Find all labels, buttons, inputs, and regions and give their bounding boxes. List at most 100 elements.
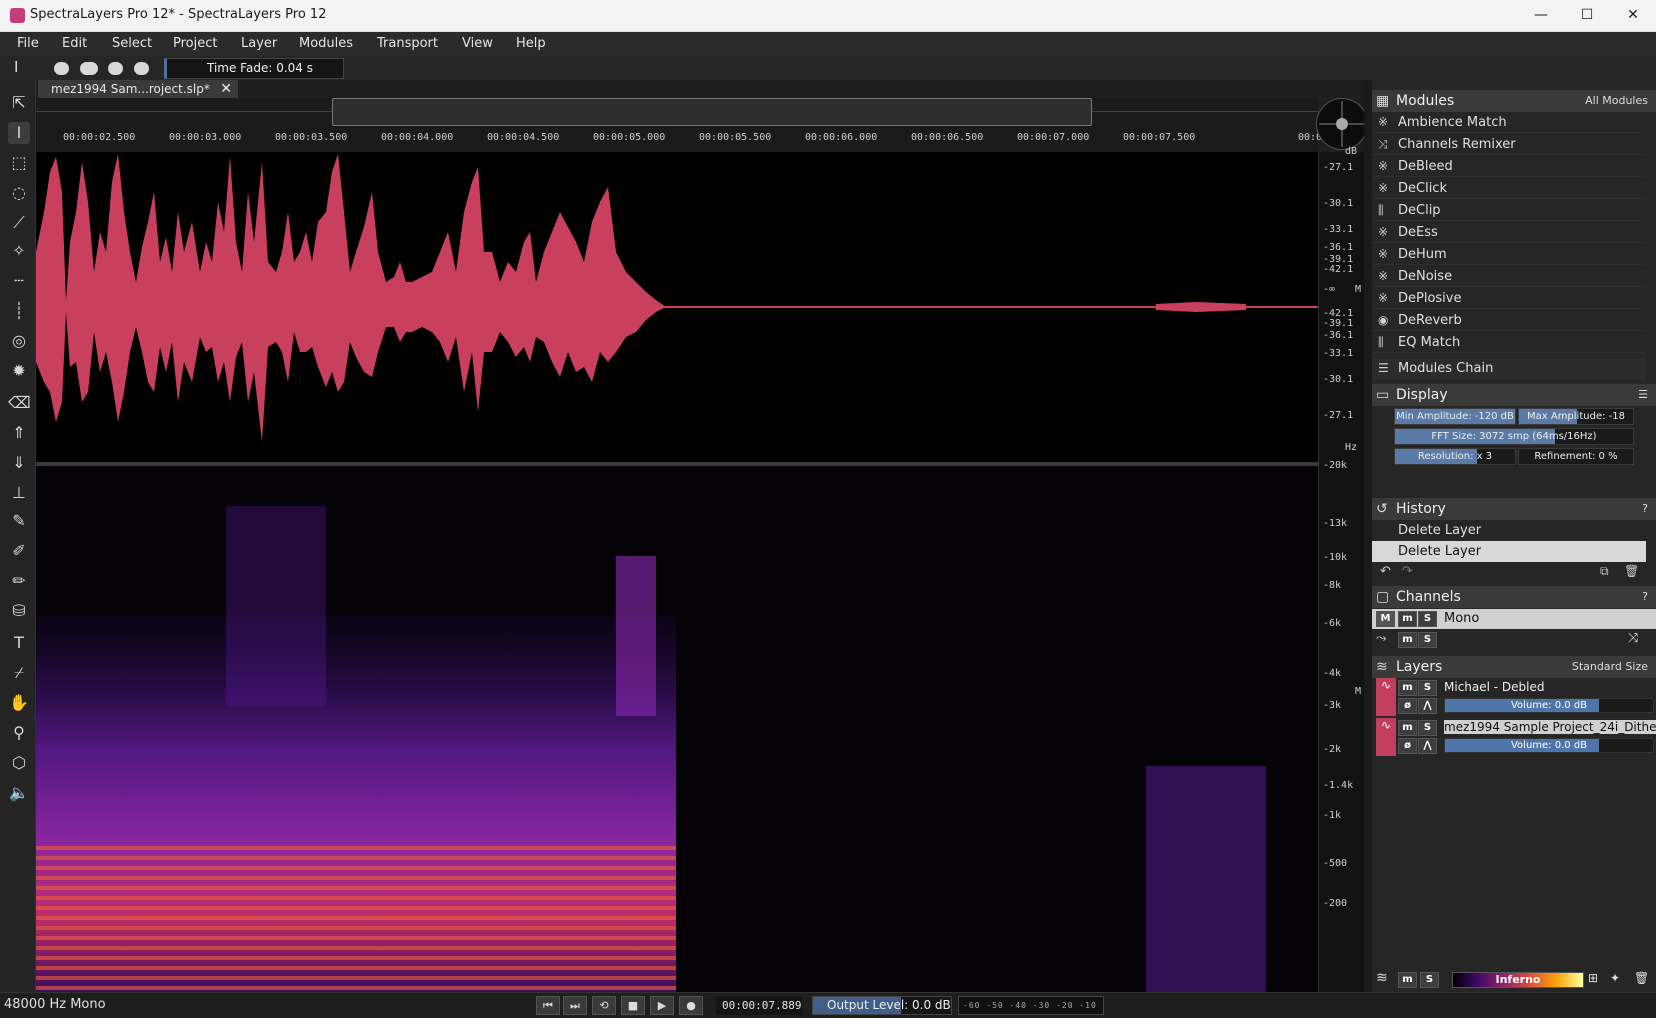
trash-icon[interactable]: 🗑 — [1624, 564, 1639, 578]
copy-history-icon[interactable]: ⧉ — [1600, 564, 1609, 579]
close-button[interactable]: ✕ — [1610, 0, 1656, 32]
history-item[interactable]: Delete Layer — [1372, 541, 1646, 562]
modules-chain-button[interactable]: ☰ Modules Chain — [1372, 358, 1646, 379]
eyedropper-icon[interactable]: ⌿ — [8, 662, 30, 684]
shuffle-icon[interactable]: ⤨ — [1628, 631, 1638, 646]
menu-file[interactable]: File — [17, 36, 39, 51]
time-select-icon[interactable]: ┊ — [8, 300, 30, 322]
new-layer-icon[interactable]: ⊞ — [1588, 971, 1598, 985]
fill-bucket-icon[interactable]: ⛁ — [8, 600, 30, 622]
time-ruler[interactable]: 00:00:02.500 00:00:03.000 00:00:03.500 0… — [36, 98, 1322, 152]
speaker-icon[interactable]: 🔈 — [8, 782, 30, 804]
channel-mute-button[interactable]: m — [1398, 611, 1417, 627]
menu-modules[interactable]: Modules — [299, 36, 353, 51]
fft-size-slider[interactable]: FFT Size: 3072 smp (64ms/16Hz) — [1394, 428, 1634, 445]
module-item[interactable]: ⫼ EQ Match — [1372, 332, 1646, 353]
module-item[interactable]: ※ DeEss — [1372, 222, 1646, 243]
channel-solo-button[interactable]: S — [1418, 611, 1437, 627]
merge-layer-icon[interactable]: ✦ — [1610, 971, 1620, 985]
menu-transport[interactable]: Transport — [377, 36, 438, 51]
panel-collapse-strip[interactable] — [1364, 80, 1372, 992]
layer-solo-button[interactable]: S — [1418, 720, 1437, 736]
record-button[interactable]: ● — [679, 996, 703, 1015]
mode-split-icon[interactable] — [134, 62, 149, 75]
spectrogram-view[interactable] — [36, 466, 1318, 992]
channel-solo-button[interactable]: S — [1418, 632, 1437, 648]
module-item[interactable]: ◉ DeReverb — [1372, 310, 1646, 331]
close-tab-icon[interactable]: ✕ — [220, 80, 232, 98]
hand-tool-icon[interactable]: ✋ — [8, 692, 30, 714]
layers-solo-button[interactable]: S — [1420, 972, 1439, 988]
move-tool-icon[interactable]: ⇱ — [8, 92, 30, 114]
rectangle-select-icon[interactable]: ⬚ — [8, 152, 30, 174]
freq-select-icon[interactable]: ┄ — [8, 270, 30, 292]
navigator-compass[interactable] — [1316, 98, 1368, 150]
layer-solo-button[interactable]: S — [1418, 680, 1437, 696]
layers-stack-icon[interactable]: ≋ — [1376, 970, 1388, 986]
cursor-tool-icon[interactable]: I — [14, 58, 18, 76]
skip-forward-button[interactable]: ⏭ — [563, 996, 587, 1015]
redo-icon[interactable]: ↷ — [1402, 564, 1413, 579]
layer-volume-slider[interactable]: Volume: 0.0 dB — [1444, 698, 1654, 713]
pen-icon[interactable]: ✏ — [8, 570, 30, 592]
history-help-icon[interactable]: ? — [1642, 498, 1648, 520]
stop-button[interactable]: ■ — [621, 996, 645, 1015]
resolution-slider[interactable]: Resolution: x 3 — [1394, 448, 1516, 465]
layer-mute-button[interactable]: m — [1398, 680, 1417, 696]
layers-header[interactable]: ≋ Layers Standard Size — [1372, 656, 1656, 678]
module-item[interactable]: ※ DeBleed — [1372, 156, 1646, 177]
delete-layer-icon[interactable]: 🗑 — [1634, 971, 1649, 985]
clone-stamp-icon[interactable]: ⊥ — [8, 482, 30, 504]
max-amplitude-slider[interactable]: Max Amplitude: -18 dB — [1518, 408, 1634, 425]
channel-row[interactable]: M m S Mono — [1372, 609, 1656, 629]
module-item[interactable]: ※ DePlosive — [1372, 288, 1646, 309]
layer-size-dropdown[interactable]: Standard Size — [1572, 656, 1648, 678]
colormap-dropdown[interactable]: Inferno — [1452, 972, 1584, 988]
mode-double-icon[interactable] — [80, 62, 98, 75]
menu-help[interactable]: Help — [516, 36, 546, 51]
magic-wand-icon[interactable]: ✧ — [8, 240, 30, 262]
fill-select-icon[interactable]: ✹ — [8, 360, 30, 382]
zoom-tool-icon[interactable]: ⚲ — [8, 722, 30, 744]
layer-volume-slider[interactable]: Volume: 0.0 dB — [1444, 738, 1654, 753]
play-button[interactable]: ▶ — [650, 996, 674, 1015]
module-item[interactable]: ※ DeNoise — [1372, 266, 1646, 287]
undo-icon[interactable]: ↶ — [1380, 564, 1391, 579]
phase-invert-icon[interactable]: ø — [1398, 738, 1417, 754]
waveform-view[interactable] — [36, 152, 1318, 462]
display-header[interactable]: ▭ Display ☰ — [1372, 384, 1656, 406]
layer-row[interactable]: ∿ m S Michael - Debled ø ⋀ Volume: 0.0 d… — [1372, 678, 1656, 716]
modules-filter-dropdown[interactable]: All Modules — [1585, 90, 1648, 112]
mode-dot-icon[interactable] — [54, 62, 69, 75]
menu-select[interactable]: Select — [112, 36, 152, 51]
text-tool-icon[interactable]: T — [8, 632, 30, 654]
channel-mute-button[interactable]: m — [1398, 632, 1417, 648]
harmonic-select-icon[interactable]: ◎ — [8, 330, 30, 352]
attenuate-icon[interactable]: ⇓ — [8, 452, 30, 474]
envelope-icon[interactable]: ⋀ — [1418, 738, 1437, 754]
history-item[interactable]: Delete Layer — [1372, 520, 1646, 541]
envelope-icon[interactable]: ⋀ — [1418, 698, 1437, 714]
route-icon[interactable]: ⤳ — [1376, 631, 1386, 646]
refinement-slider[interactable]: Refinement: 0 % — [1518, 448, 1634, 465]
output-level-slider[interactable]: Output Level: 0.0 dB — [812, 996, 952, 1015]
minimize-button[interactable]: — — [1518, 0, 1564, 32]
document-tab[interactable]: mez1994 Sam...roject.slp* ✕ — [38, 80, 238, 98]
channels-help-icon[interactable]: ? — [1642, 586, 1648, 608]
menu-view[interactable]: View — [462, 36, 493, 51]
module-item[interactable]: ※ DeClick — [1372, 178, 1646, 199]
module-item[interactable]: ⤨ Channels Remixer — [1372, 134, 1646, 155]
loop-button[interactable]: ⟲ — [592, 996, 616, 1015]
lasso-tool-icon[interactable]: ◌ — [8, 182, 30, 204]
overview-scrollbar[interactable] — [332, 98, 1092, 126]
heal-icon[interactable]: ✎ — [8, 510, 30, 532]
rewind-button[interactable]: ⏮ — [536, 996, 560, 1015]
brush-select-icon[interactable]: ⟋ — [8, 212, 30, 234]
menu-layer[interactable]: Layer — [241, 36, 277, 51]
menu-edit[interactable]: Edit — [62, 36, 87, 51]
maximize-button[interactable]: ☐ — [1564, 0, 1610, 32]
layer-row[interactable]: ∿ m S mez1994 Sample Project_24i_Dither … — [1372, 718, 1656, 756]
amplify-icon[interactable]: ⇑ — [8, 422, 30, 444]
channels-header[interactable]: ▢ Channels ? — [1372, 586, 1656, 608]
brush-icon[interactable]: ✐ — [8, 540, 30, 562]
